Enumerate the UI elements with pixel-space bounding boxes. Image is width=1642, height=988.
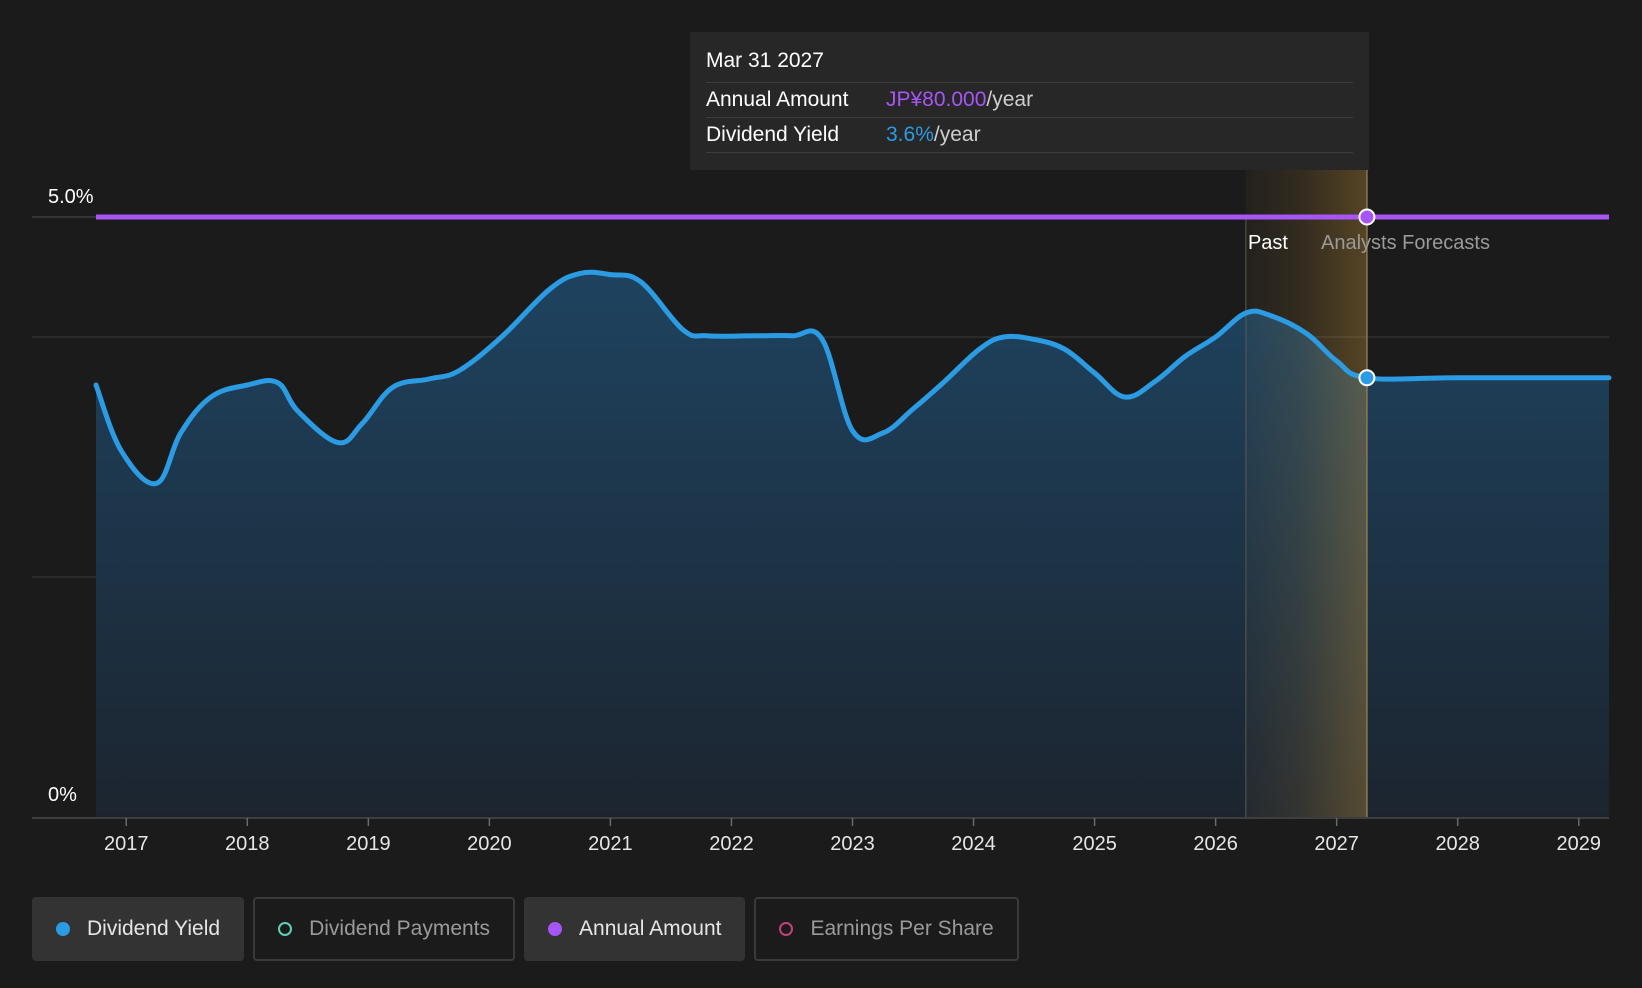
x-tick-label: 2023 bbox=[830, 833, 875, 855]
forecast-band bbox=[1245, 168, 1367, 817]
chart-legend: Dividend Yield Dividend Payments Annual … bbox=[32, 897, 1019, 961]
earnings-per-share-ring-icon bbox=[779, 922, 794, 936]
y-tick-label: 0% bbox=[48, 784, 77, 806]
y-tick-label: 5.0% bbox=[48, 186, 94, 208]
past-region-label: Past bbox=[1248, 232, 1288, 254]
legend-label: Dividend Yield bbox=[87, 917, 221, 940]
tooltip-value: 3.6% bbox=[886, 123, 934, 146]
legend-label: Earnings Per Share bbox=[810, 917, 994, 940]
tooltip-row-annual-amount: Annual Amount JP¥80.000/year bbox=[706, 83, 1353, 118]
tooltip-row-dividend-yield: Dividend Yield 3.6%/year bbox=[706, 118, 1353, 153]
x-tick-label: 2024 bbox=[951, 833, 996, 855]
dividend-yield-area bbox=[96, 272, 1609, 818]
legend-earnings-per-share-button[interactable]: Earnings Per Share bbox=[754, 897, 1019, 961]
legend-dividend-yield-button[interactable]: Dividend Yield bbox=[32, 897, 245, 961]
legend-dividend-payments-button[interactable]: Dividend Payments bbox=[253, 897, 516, 961]
chart-tooltip: Mar 31 2027 Annual Amount JP¥80.000/year… bbox=[690, 32, 1369, 170]
dividend-payments-ring-icon bbox=[278, 922, 293, 936]
x-tick-label: 2019 bbox=[346, 833, 391, 855]
legend-label: Dividend Payments bbox=[309, 917, 491, 940]
tooltip-unit: /year bbox=[986, 88, 1034, 111]
legend-label: Annual Amount bbox=[579, 917, 722, 940]
x-tick-label: 2020 bbox=[467, 833, 512, 855]
x-tick-label: 2025 bbox=[1072, 833, 1117, 855]
x-tick-label: 2026 bbox=[1193, 833, 1238, 855]
x-tick-label: 2029 bbox=[1556, 833, 1601, 855]
tooltip-label: Dividend Yield bbox=[706, 123, 840, 146]
dividend-yield-dot-icon bbox=[56, 922, 70, 936]
annual-amount-dot-icon bbox=[548, 922, 563, 936]
x-tick-label: 2021 bbox=[588, 833, 633, 855]
tooltip-unit: /year bbox=[933, 123, 981, 146]
tooltip-label: Annual Amount bbox=[706, 88, 849, 111]
x-tick-label: 2022 bbox=[709, 833, 754, 855]
forecast-region-label: Analysts Forecasts bbox=[1321, 232, 1490, 254]
legend-annual-amount-button[interactable]: Annual Amount bbox=[524, 897, 746, 961]
dividend-yield-marker bbox=[1358, 369, 1376, 387]
x-tick-label: 2017 bbox=[104, 833, 149, 855]
tooltip-value: JP¥80.000 bbox=[886, 88, 987, 111]
annual-amount-marker bbox=[1358, 208, 1376, 226]
x-tick-label: 2018 bbox=[225, 833, 270, 855]
x-tick-label: 2028 bbox=[1435, 833, 1480, 855]
tooltip-date: Mar 31 2027 bbox=[706, 46, 1353, 83]
x-tick-label: 2027 bbox=[1314, 833, 1359, 855]
